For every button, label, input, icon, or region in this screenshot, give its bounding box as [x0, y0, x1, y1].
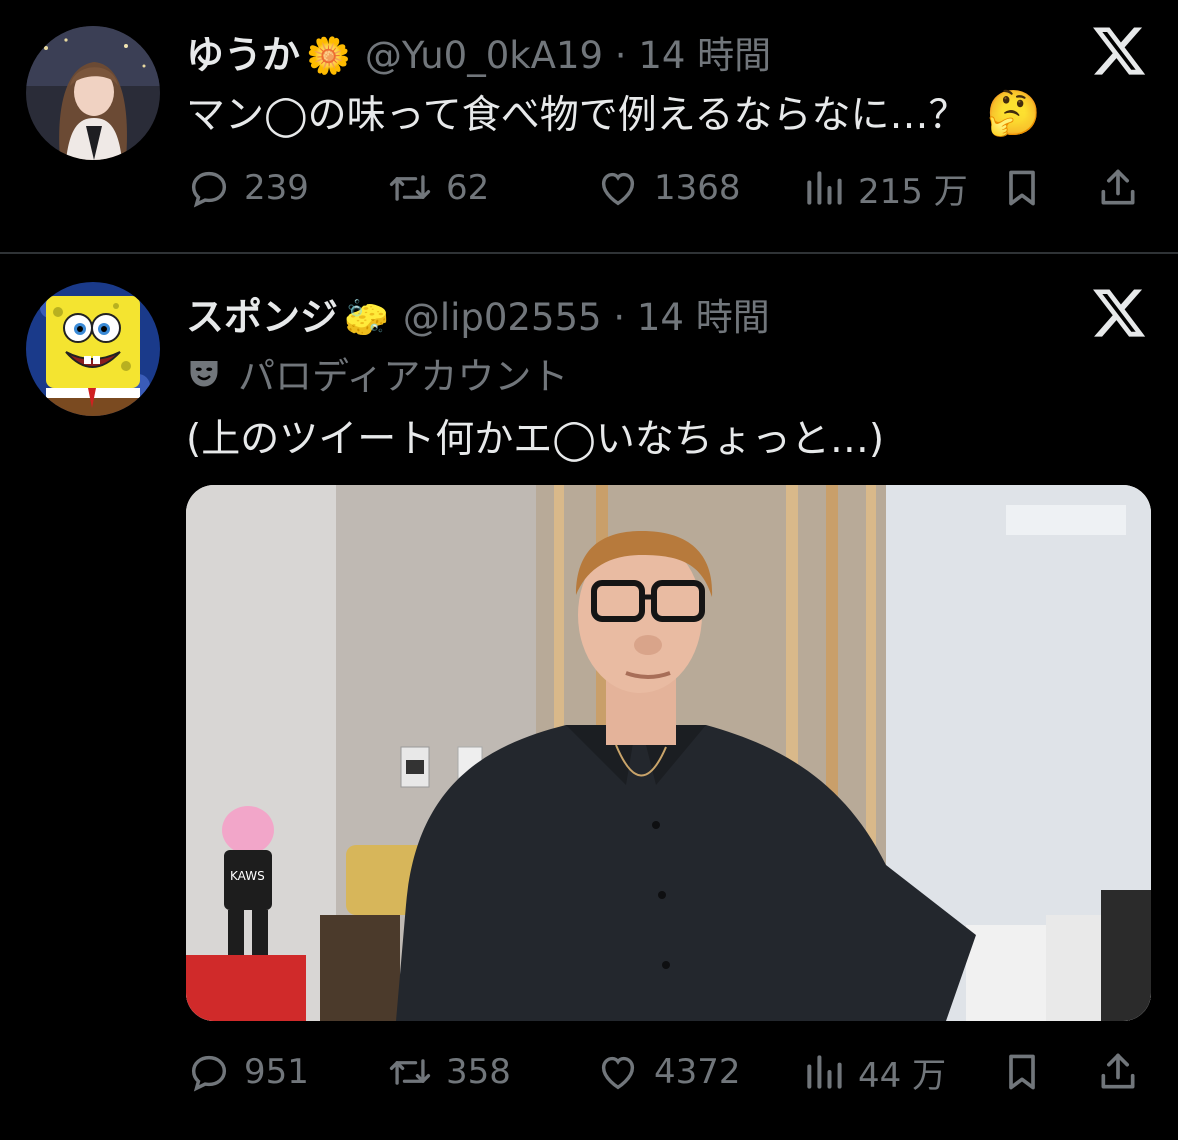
display-name[interactable]: スポンジ	[186, 286, 338, 341]
heart-icon	[601, 1056, 635, 1090]
x-logo-icon	[1093, 27, 1146, 75]
like-count: 4372	[654, 1052, 741, 1092]
tweet-text-body: (上のツイート何かエ◯いなちょっと…)	[186, 417, 885, 462]
tweet-text-body: マン◯の味って食べ物で例えるならなに…？	[186, 93, 968, 138]
tweet-actions: 239 62 1368 215 万	[186, 158, 1148, 218]
view-count: 215 万	[858, 171, 968, 212]
thinking-face-emoji-icon: 🤔	[985, 88, 1041, 139]
avatar[interactable]	[26, 26, 160, 160]
view-count: 44 万	[858, 1055, 947, 1096]
tweet-text: (上のツイート何かエ◯いなちょっと…)	[186, 408, 884, 464]
reply-count: 239	[244, 168, 309, 208]
avatar[interactable]	[26, 282, 160, 416]
share-button[interactable]	[1096, 1042, 1140, 1102]
tweet-header: ゆうか 🌼 @Yu0_0kA19 · 14 時間	[186, 24, 771, 79]
retweet-icon	[389, 175, 431, 201]
retweet-button[interactable]: 62	[386, 158, 489, 218]
views-button[interactable]: 215 万	[802, 158, 968, 218]
theater-mask-icon	[190, 361, 218, 387]
tweet-1[interactable]: ゆうか 🌼 @Yu0_0kA19 · 14 時間 マン◯の味って食べ物で例えるな…	[0, 0, 1178, 250]
bookmark-icon	[1009, 1054, 1035, 1090]
tweet-header: スポンジ 🧽 @lip02555 · 14 時間	[186, 286, 770, 341]
reply-count: 951	[244, 1052, 309, 1092]
like-count: 1368	[654, 168, 741, 208]
handle-and-time[interactable]: @Yu0_0kA19 · 14 時間	[365, 25, 771, 79]
share-icon	[1101, 1053, 1135, 1089]
flower-emoji-icon: 🌼	[306, 36, 351, 77]
sponge-emoji-icon: 🧽	[344, 298, 389, 339]
parody-label: パロディアカウント	[186, 346, 568, 400]
retweet-count: 62	[446, 168, 490, 208]
reply-button[interactable]: 951	[186, 1042, 309, 1102]
retweet-icon	[389, 1059, 431, 1085]
reply-icon	[191, 1055, 227, 1092]
retweet-count: 358	[446, 1052, 511, 1092]
like-button[interactable]: 4372	[594, 1042, 741, 1102]
tweet-text: マン◯の味って食べ物で例えるならなに…？ 🤔	[186, 84, 1041, 140]
tweet-media-photo[interactable]: KAWS	[186, 485, 1151, 1021]
retweet-button[interactable]: 358	[386, 1042, 511, 1102]
analytics-icon	[807, 1055, 842, 1089]
profile-photo-icon	[26, 26, 160, 160]
like-button[interactable]: 1368	[594, 158, 741, 218]
heart-icon	[601, 172, 635, 206]
display-name[interactable]: ゆうか	[186, 24, 300, 79]
bookmark-icon	[1009, 170, 1035, 206]
views-button[interactable]: 44 万	[802, 1042, 946, 1102]
x-logo-icon	[1093, 289, 1146, 337]
parody-account-label: パロディアカウント	[238, 355, 569, 398]
reply-button[interactable]: 239	[186, 158, 309, 218]
man-looking-up-photo-icon: KAWS	[186, 485, 1151, 1021]
bookmark-button[interactable]	[1000, 158, 1044, 218]
share-icon	[1101, 169, 1135, 205]
bookmark-button[interactable]	[1000, 1042, 1044, 1102]
analytics-icon	[807, 171, 842, 205]
handle-and-time[interactable]: @lip02555 · 14 時間	[403, 287, 770, 341]
kaws-text: KAWS	[230, 869, 265, 883]
spongebob-avatar-icon	[26, 282, 160, 416]
reply-icon	[191, 171, 227, 208]
tweet-actions: 951 358 4372 44 万	[186, 1042, 1148, 1102]
share-button[interactable]	[1096, 158, 1140, 218]
